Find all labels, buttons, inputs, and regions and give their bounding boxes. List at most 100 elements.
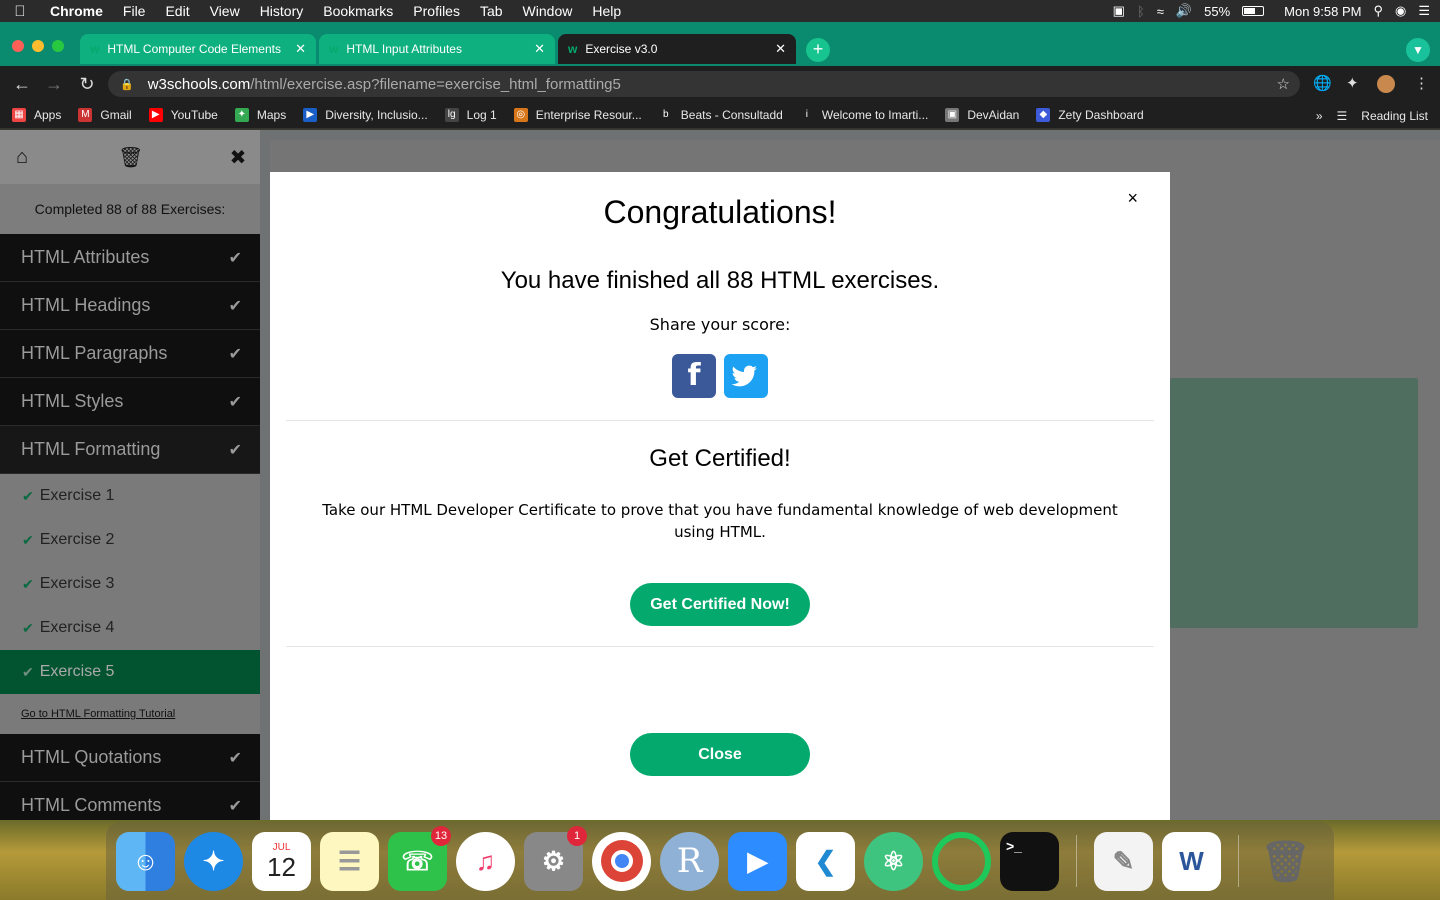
calendar-day: 12 xyxy=(267,851,296,882)
globe-extension-icon[interactable]: 🌐 xyxy=(1313,74,1332,92)
chrome-menu-icon[interactable]: ⋮ xyxy=(1414,74,1429,92)
sidebar-section-comments[interactable]: HTML Comments ✔ xyxy=(0,782,260,820)
bookmark-maps[interactable]: ✦ Maps xyxy=(234,108,286,122)
atom-icon[interactable]: ⚛ xyxy=(864,831,923,891)
terminal-icon[interactable]: >_ xyxy=(1000,831,1059,891)
loader-app-icon[interactable] xyxy=(932,831,991,891)
twitter-icon[interactable] xyxy=(724,354,768,398)
menu-clock[interactable]: Mon 9:58 PM xyxy=(1284,4,1361,19)
bookmark-label: DevAidan xyxy=(967,108,1020,122)
battery-icon[interactable] xyxy=(1242,6,1265,16)
address-bar[interactable]: 🔒 w3schools.com /html/exercise.asp?filen… xyxy=(108,71,1300,97)
tab-exercise[interactable]: w Exercise v3.0 ✕ xyxy=(558,34,796,64)
sidebar-section-paragraphs[interactable]: HTML Paragraphs ✔ xyxy=(0,330,260,378)
r-icon[interactable]: R xyxy=(660,831,719,891)
lock-icon[interactable]: 🔒 xyxy=(120,78,134,91)
close-button[interactable]: Close xyxy=(630,733,810,776)
more-bookmarks-icon[interactable]: » xyxy=(1316,109,1323,123)
tab-html-computer-code[interactable]: w HTML Computer Code Elements ✕ xyxy=(80,34,316,64)
battery-percent[interactable]: 55% xyxy=(1204,4,1230,19)
vscode-icon[interactable]: ❮ xyxy=(796,831,855,891)
menu-view[interactable]: View xyxy=(200,0,250,22)
exercise-label: Exercise 2 xyxy=(39,531,115,548)
reload-icon[interactable]: ↻ xyxy=(76,74,98,95)
bookmark-diversity[interactable]: ▶ Diversity, Inclusio... xyxy=(303,108,428,122)
menu-tab[interactable]: Tab xyxy=(470,0,513,22)
bookmark-devaidan[interactable]: ▣ DevAidan xyxy=(945,108,1019,122)
bookmark-youtube[interactable]: ▶ YouTube xyxy=(148,108,218,122)
menu-app-name[interactable]: Chrome xyxy=(40,0,113,22)
calendar-icon[interactable]: JUL 12 xyxy=(252,831,311,891)
bookmark-gmail[interactable]: M Gmail xyxy=(78,108,132,122)
new-tab-button[interactable]: + xyxy=(806,38,830,62)
screen-record-icon[interactable]: ▣ xyxy=(1113,3,1125,19)
window-zoom-button[interactable] xyxy=(52,40,64,52)
menu-edit[interactable]: Edit xyxy=(155,0,199,22)
window-close-button[interactable] xyxy=(12,40,24,52)
forward-icon[interactable]: → xyxy=(43,74,65,95)
sidebar-section-headings[interactable]: HTML Headings ✔ xyxy=(0,282,260,330)
menu-history[interactable]: History xyxy=(250,0,314,22)
tab-close-icon[interactable]: ✕ xyxy=(534,41,545,57)
sidebar-exercise-1[interactable]: ✔ Exercise 1 xyxy=(0,474,260,518)
control-center-icon[interactable]: ☰ xyxy=(1418,3,1430,19)
menu-file[interactable]: File xyxy=(113,0,156,22)
apple-icon[interactable]:  xyxy=(0,3,40,20)
system-preferences-icon[interactable]: ⚙ 1 xyxy=(524,825,587,891)
sidebar-exercise-2[interactable]: ✔ Exercise 2 xyxy=(0,518,260,562)
sidebar-section-quotations[interactable]: HTML Quotations ✔ xyxy=(0,734,260,782)
menu-profiles[interactable]: Profiles xyxy=(403,0,470,22)
home-icon[interactable]: ⌂ xyxy=(10,146,34,169)
reading-list-label[interactable]: Reading List xyxy=(1361,109,1428,123)
trash-icon[interactable]: 🗑 xyxy=(118,145,143,170)
bluetooth-icon[interactable]: ᛒ xyxy=(1137,4,1145,19)
finder-icon[interactable]: ☺ xyxy=(116,831,175,891)
safari-icon[interactable]: ✦ xyxy=(184,831,243,891)
notes-icon[interactable]: ☰ xyxy=(320,831,379,891)
sidebar-exercise-5[interactable]: ✔ Exercise 5 xyxy=(0,650,260,694)
back-icon[interactable]: ← xyxy=(11,74,33,95)
bookmark-welcome[interactable]: i Welcome to Imarti... xyxy=(799,108,928,122)
tab-search-icon[interactable]: ▼ xyxy=(1406,38,1430,62)
tab-close-icon[interactable]: ✕ xyxy=(295,41,306,57)
modal-close-icon[interactable]: × xyxy=(1127,188,1138,209)
volume-icon[interactable]: 🔊 xyxy=(1176,3,1192,19)
get-certified-button[interactable]: Get Certified Now! xyxy=(630,583,810,626)
extensions-puzzle-icon[interactable]: ✦ xyxy=(1346,74,1359,92)
wifi-icon[interactable]: ≈ xyxy=(1157,4,1164,19)
music-icon[interactable]: ♫ xyxy=(456,831,515,891)
tab-html-input-attributes[interactable]: w HTML Input Attributes ✕ xyxy=(319,34,555,64)
sidebar-section-formatting[interactable]: HTML Formatting ✔ xyxy=(0,426,260,474)
menu-bookmarks[interactable]: Bookmarks xyxy=(313,0,403,22)
trash-icon[interactable]: 🗑 xyxy=(1256,832,1315,891)
finished-message: You have finished all 88 HTML exercises. xyxy=(500,267,940,294)
sidebar-exercise-4[interactable]: ✔ Exercise 4 xyxy=(0,606,260,650)
chrome-icon[interactable] xyxy=(592,831,651,891)
reading-list-icon[interactable]: ☰ xyxy=(1337,109,1348,123)
sidebar-section-attributes[interactable]: HTML Attributes ✔ xyxy=(0,234,260,282)
sidebar-exercise-3[interactable]: ✔ Exercise 3 xyxy=(0,562,260,606)
sidebar-section-styles[interactable]: HTML Styles ✔ xyxy=(0,378,260,426)
menu-window[interactable]: Window xyxy=(513,0,583,22)
tutorial-link[interactable]: Go to HTML Formatting Tutorial xyxy=(0,694,260,734)
bookmark-apps[interactable]: ▦ Apps xyxy=(12,108,61,122)
word-icon[interactable]: W xyxy=(1162,831,1221,891)
bookmark-star-icon[interactable]: ☆ xyxy=(1277,75,1290,93)
window-minimize-button[interactable] xyxy=(32,40,44,52)
facetime-icon[interactable]: ☏ 13 xyxy=(388,825,451,891)
close-sidebar-icon[interactable]: ✖ xyxy=(226,145,250,170)
facebook-icon[interactable]: f xyxy=(672,354,716,398)
profile-avatar[interactable] xyxy=(1377,75,1395,93)
spotlight-search-icon[interactable]: ⚲ xyxy=(1373,3,1383,19)
textedit-icon[interactable]: ✎ xyxy=(1094,831,1153,891)
bookmark-beats[interactable]: b Beats - Consultadd xyxy=(658,108,783,122)
siri-icon[interactable]: ◉ xyxy=(1395,3,1406,19)
menu-help[interactable]: Help xyxy=(582,0,631,22)
bookmark-enterprise[interactable]: ◎ Enterprise Resour... xyxy=(513,108,642,122)
zoom-icon[interactable]: ▶ xyxy=(728,831,787,891)
bookmark-log1[interactable]: lg Log 1 xyxy=(444,108,497,122)
bookmark-zety[interactable]: ◆ Zety Dashboard xyxy=(1036,108,1144,122)
check-icon: ✔ xyxy=(22,531,34,548)
bookmark-label: Log 1 xyxy=(466,108,497,122)
tab-close-icon[interactable]: ✕ xyxy=(775,41,786,57)
